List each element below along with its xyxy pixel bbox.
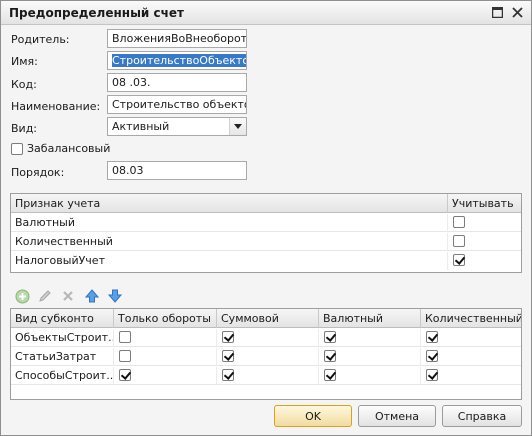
code-field[interactable]: 08 .03. bbox=[107, 73, 247, 92]
quantity-checkbox[interactable] bbox=[426, 331, 438, 343]
offbalance-label: Забалансовый bbox=[27, 142, 111, 155]
add-icon bbox=[15, 289, 29, 303]
subconto-table: Вид субконто Только обороты Суммовой Вал… bbox=[10, 308, 522, 400]
edit-icon bbox=[39, 290, 51, 302]
delete-icon bbox=[63, 291, 73, 301]
chevron-down-icon bbox=[234, 124, 242, 129]
table-row[interactable]: ОбъектыСтроит... bbox=[11, 329, 521, 347]
name-label: Имя: bbox=[11, 55, 38, 68]
turnover-only-checkbox[interactable] bbox=[119, 369, 131, 381]
table-row[interactable]: Валютный bbox=[11, 214, 521, 232]
attribute-name: НалоговыйУчет bbox=[11, 252, 448, 270]
help-button[interactable]: Справка bbox=[442, 405, 522, 427]
currency-checkbox[interactable] bbox=[324, 369, 336, 381]
kind-select[interactable]: Активный bbox=[107, 117, 247, 136]
parent-field[interactable]: ВложенияВоВнеоборотные bbox=[107, 29, 247, 48]
close-icon[interactable] bbox=[509, 4, 526, 21]
sum-checkbox[interactable] bbox=[222, 369, 234, 381]
turnover-only-checkbox[interactable] bbox=[119, 350, 131, 362]
order-value: 08.03 bbox=[112, 164, 144, 177]
order-field[interactable]: 08.03 bbox=[107, 161, 247, 180]
ok-button[interactable]: OK bbox=[274, 405, 352, 427]
attribute-name: Валютный bbox=[11, 214, 448, 232]
move-up-icon bbox=[85, 289, 99, 303]
use-checkbox[interactable] bbox=[453, 235, 465, 247]
column-header-turnover-only[interactable]: Только обороты bbox=[114, 309, 217, 328]
code-label: Код: bbox=[11, 78, 37, 91]
use-checkbox[interactable] bbox=[453, 254, 465, 266]
subconto-name: СтатьиЗатрат bbox=[11, 348, 114, 366]
name-field[interactable]: СтроительствоОбъектовО bbox=[107, 51, 247, 70]
table-row[interactable]: Количественный bbox=[11, 233, 521, 251]
currency-checkbox[interactable] bbox=[324, 331, 336, 343]
cancel-button[interactable]: Отмена bbox=[358, 405, 436, 427]
currency-checkbox[interactable] bbox=[324, 350, 336, 362]
title-label: Наименование: bbox=[11, 100, 101, 113]
accounting-table: Признак учета Учитывать Валютный Количес… bbox=[10, 193, 522, 273]
column-header-quantity[interactable]: Количественный bbox=[421, 309, 521, 328]
accounting-table-header: Признак учета Учитывать bbox=[11, 194, 521, 213]
table-row[interactable]: НалоговыйУчет bbox=[11, 252, 521, 270]
title-field[interactable]: Строительство объектов с bbox=[107, 95, 247, 114]
dialog-window: Предопределенный счет Родитель: Вложения… bbox=[0, 0, 532, 436]
title-value: Строительство объектов с bbox=[112, 98, 246, 111]
parent-label: Родитель: bbox=[11, 33, 70, 46]
attribute-name: Количественный bbox=[11, 233, 448, 251]
move-up-button[interactable] bbox=[83, 287, 101, 305]
sum-checkbox[interactable] bbox=[222, 350, 234, 362]
quantity-checkbox[interactable] bbox=[426, 369, 438, 381]
sum-checkbox[interactable] bbox=[222, 331, 234, 343]
column-header-currency[interactable]: Валютный bbox=[319, 309, 421, 328]
subconto-name: ОбъектыСтроит... bbox=[11, 329, 114, 347]
edit-button[interactable] bbox=[36, 287, 54, 305]
name-value: СтроительствоОбъектовО bbox=[112, 54, 246, 67]
maximize-icon[interactable] bbox=[489, 4, 506, 21]
move-down-button[interactable] bbox=[106, 287, 124, 305]
column-header-subconto-kind[interactable]: Вид субконто bbox=[11, 309, 114, 328]
kind-value: Активный bbox=[112, 120, 170, 133]
use-checkbox[interactable] bbox=[453, 216, 465, 228]
subconto-name: СпособыСтроит... bbox=[11, 367, 114, 385]
title-bar: Предопределенный счет bbox=[1, 1, 531, 25]
column-header-sum[interactable]: Суммовой bbox=[217, 309, 319, 328]
add-button[interactable] bbox=[13, 287, 31, 305]
window-title: Предопределенный счет bbox=[9, 6, 184, 20]
table-row[interactable]: СтатьиЗатрат bbox=[11, 348, 521, 366]
offbalance-checkbox[interactable] bbox=[11, 142, 23, 155]
parent-value: ВложенияВоВнеоборотные bbox=[112, 32, 247, 45]
code-value: 08 .03. bbox=[112, 76, 151, 89]
quantity-checkbox[interactable] bbox=[426, 350, 438, 362]
order-label: Порядок: bbox=[11, 166, 65, 179]
subconto-table-header: Вид субконто Только обороты Суммовой Вал… bbox=[11, 309, 521, 328]
kind-dropdown-button[interactable] bbox=[229, 118, 246, 135]
column-header-use[interactable]: Учитывать bbox=[448, 194, 521, 213]
kind-label: Вид: bbox=[11, 122, 38, 135]
delete-button[interactable] bbox=[59, 287, 77, 305]
column-header-attribute[interactable]: Признак учета bbox=[11, 194, 448, 213]
offbalance-checkbox-row[interactable]: Забалансовый bbox=[11, 142, 110, 155]
table-row[interactable]: СпособыСтроит... bbox=[11, 367, 521, 385]
turnover-only-checkbox[interactable] bbox=[119, 331, 131, 343]
move-down-icon bbox=[108, 289, 122, 303]
